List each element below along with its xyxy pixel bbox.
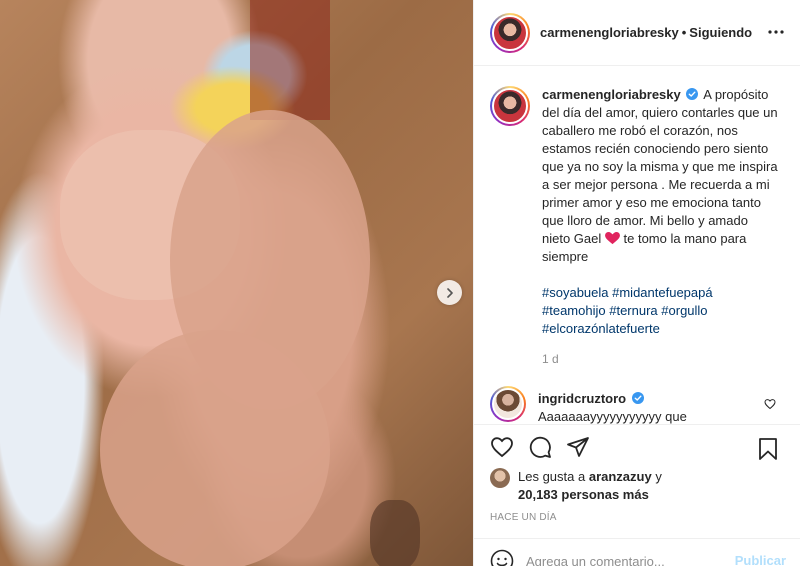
comment-text-block: ingridcruztoro Aaaaaaayyyyyyyyyyy que [538,390,748,426]
share-button[interactable] [562,431,594,463]
hashtag-list: #soyabuela #midantefuepapá #teamohijo #t… [542,284,778,338]
hashtag-link[interactable]: #orgullo [661,303,707,318]
more-options-icon [768,30,784,34]
comment-input[interactable] [526,549,722,566]
likes-count-link[interactable]: 20,183 personas más [518,487,649,502]
verified-badge-icon [686,88,699,100]
caption-text: carmenengloriabresky A propósito del día… [542,86,778,368]
hashtag-link[interactable]: #elcorazónlatefuerte [542,321,660,336]
emoji-icon[interactable] [490,549,514,566]
likes-prefix: Les gusta a [518,469,586,484]
comment-icon [529,436,551,458]
caption-age: 1 d [542,352,559,366]
follow-status-button[interactable]: Siguiendo [689,25,752,40]
author-avatar[interactable] [490,12,530,53]
photo-region [250,0,330,120]
hashtag-link[interactable]: #midantefuepapá [612,285,712,300]
commenter-avatar[interactable] [490,386,526,422]
more-options-button[interactable] [766,22,786,42]
hashtag-link[interactable]: #ternura [609,303,657,318]
caption-avatar[interactable] [490,86,530,126]
likes-summary: Les gusta a aranzazuy y 20,183 personas … [490,468,784,504]
bookmark-icon [759,438,777,460]
photo-region [100,330,330,566]
add-comment-bar: Publicar [474,538,800,566]
comment-item: ingridcruztoro Aaaaaaayyyyyyyyyyy que [490,386,784,426]
likes-text: Les gusta a aranzazuy y 20,183 personas … [518,468,662,504]
comment-like-heart-icon[interactable] [764,398,776,410]
hashtag-link[interactable]: #teamohijo [542,303,606,318]
instagram-post: carmenengloriabresky • Siguiendo carmene… [0,0,800,566]
comment-text: Aaaaaaayyyyyyyyyyy que [538,409,687,424]
commenter-username[interactable]: ingridcruztoro [538,391,626,406]
save-button[interactable] [752,433,784,465]
post-header: carmenengloriabresky • Siguiendo [474,0,800,66]
header-separator: • [681,25,687,40]
liker-avatar[interactable] [490,468,510,488]
author-username[interactable]: carmenengloriabresky [540,25,679,40]
chevron-right-icon [446,287,453,298]
caption-username[interactable]: carmenengloriabresky [542,87,681,102]
caption-section: carmenengloriabresky A propósito del día… [474,66,800,424]
comment-button[interactable] [524,431,556,463]
verified-badge-icon [631,392,644,404]
post-sidebar: carmenengloriabresky • Siguiendo carmene… [473,0,800,566]
action-bar [474,424,800,468]
caption-text-part1: A propósito del día del amor, quiero con… [542,87,778,246]
heart-icon [491,436,513,457]
likes-joiner: y [655,469,662,484]
post-timestamp[interactable]: HACE UN DÍA [490,512,557,523]
photo-region [370,500,420,566]
like-button[interactable] [486,431,518,463]
send-icon [567,436,589,457]
post-photo[interactable] [0,0,473,566]
next-photo-button[interactable] [437,280,462,305]
liker-username[interactable]: aranzazuy [589,469,652,484]
hashtag-link[interactable]: #soyabuela [542,285,609,300]
publish-button[interactable]: Publicar [735,553,786,566]
red-heart-emoji-icon [604,232,620,245]
